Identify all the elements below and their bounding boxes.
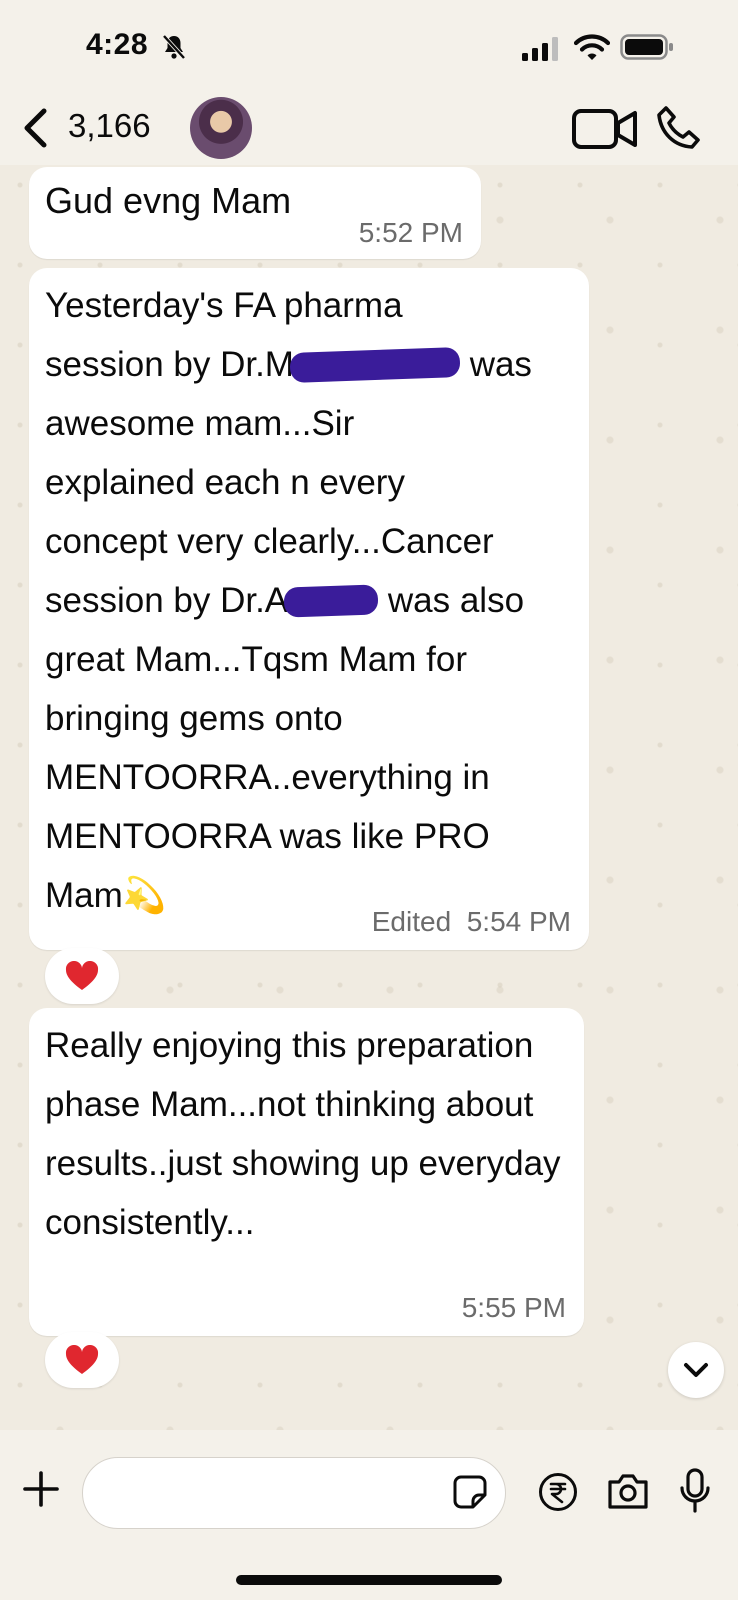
redaction-scribble bbox=[289, 347, 461, 383]
message-line: great Mam...Tqsm Mam for bbox=[45, 640, 468, 679]
contact-avatar[interactable] bbox=[190, 97, 252, 159]
phone-icon[interactable] bbox=[656, 105, 702, 151]
bell-off-icon bbox=[162, 34, 186, 60]
heart-icon bbox=[65, 961, 99, 990]
message-fragment: Mam bbox=[45, 876, 123, 915]
redaction-scribble bbox=[283, 584, 379, 618]
message-time: 5:55 PM bbox=[461, 1292, 566, 1323]
heart-reaction[interactable]: ❤️ bbox=[45, 1332, 119, 1388]
message-text: Gud evng Mam bbox=[45, 180, 292, 221]
heart-reaction[interactable]: ❤️ bbox=[45, 948, 119, 1004]
wifi-icon bbox=[574, 34, 610, 60]
message-line: explained each n every bbox=[45, 463, 405, 502]
composer-bar bbox=[0, 1430, 738, 1600]
chevron-left-icon[interactable] bbox=[20, 107, 50, 149]
message-meta: Edited 5:54 PM bbox=[372, 906, 571, 938]
message-time: 5:54 PM bbox=[466, 906, 571, 937]
message-line: Yesterday's FA pharma bbox=[45, 286, 403, 325]
message-input[interactable] bbox=[103, 1472, 433, 1516]
message-line: session by Dr.A was also bbox=[45, 571, 585, 630]
message-bubble[interactable]: Really enjoying this preparation phase M… bbox=[29, 1008, 584, 1336]
chevron-down-icon bbox=[684, 1363, 708, 1377]
battery-icon bbox=[620, 34, 673, 60]
video-camera-icon[interactable] bbox=[572, 107, 638, 151]
message-fragment: was bbox=[459, 345, 532, 384]
message-line: MENTOORRA..everything in bbox=[45, 758, 490, 797]
message-fragment: was also bbox=[378, 581, 525, 620]
message-line: awesome mam...Sir bbox=[45, 404, 355, 443]
edited-label: Edited bbox=[371, 906, 452, 937]
message-bubble[interactable]: Yesterday's FA pharma session by Dr.M wa… bbox=[29, 268, 589, 950]
plus-icon[interactable] bbox=[22, 1470, 60, 1508]
message-line: bringing gems onto bbox=[45, 699, 343, 738]
rupee-icon[interactable] bbox=[538, 1472, 578, 1512]
chat-header: 3,166 bbox=[0, 95, 738, 165]
message-fragment: session by Dr.A bbox=[45, 581, 289, 620]
status-bar: 4:28 bbox=[0, 0, 738, 95]
scroll-to-bottom-button[interactable] bbox=[668, 1342, 724, 1398]
message-time: 5:52 PM bbox=[358, 217, 463, 248]
sticker-icon[interactable] bbox=[452, 1474, 488, 1510]
message-input-field[interactable] bbox=[82, 1457, 506, 1529]
cellular-signal-icon bbox=[522, 37, 558, 61]
unread-count[interactable]: 3,166 bbox=[68, 107, 151, 145]
heart-icon bbox=[65, 1345, 99, 1374]
message-bubble[interactable]: Gud evng Mam 5:52 PM bbox=[29, 167, 481, 259]
home-indicator[interactable] bbox=[236, 1575, 502, 1585]
message-line: MENTOORRA was like PRO bbox=[45, 817, 490, 856]
microphone-icon[interactable] bbox=[678, 1468, 712, 1514]
message-text: Yesterday's FA pharma session by Dr.M wa… bbox=[45, 276, 585, 925]
message-line: session by Dr.M was bbox=[45, 335, 585, 394]
dizzy-emoji: 💫 bbox=[122, 876, 167, 915]
message-fragment: session by Dr.M bbox=[45, 345, 294, 384]
message-line: concept very clearly...Cancer bbox=[45, 522, 494, 561]
message-text: Really enjoying this preparation phase M… bbox=[45, 1026, 561, 1242]
camera-icon[interactable] bbox=[606, 1472, 650, 1510]
status-time: 4:28 bbox=[86, 28, 149, 61]
